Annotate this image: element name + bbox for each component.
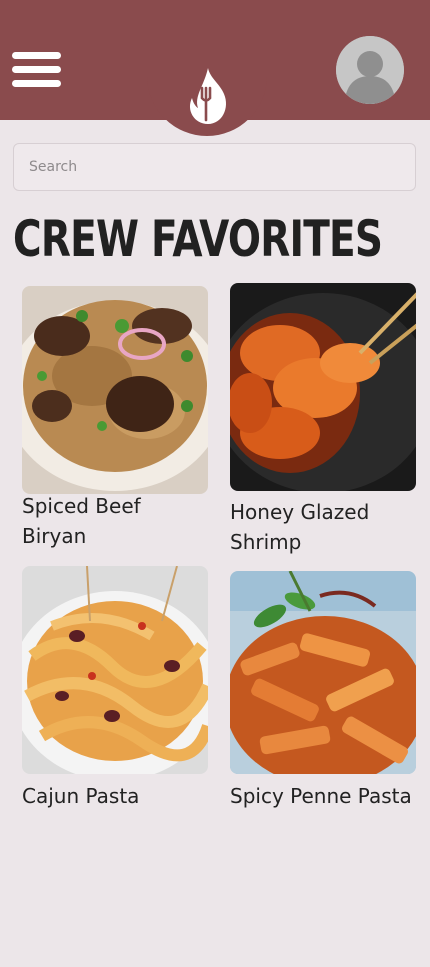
recipe-card-title-biryani[interactable]: Spiced Beef Biryan xyxy=(22,491,141,551)
hamburger-menu-icon[interactable] xyxy=(12,51,62,87)
recipe-card-image-biryani[interactable] xyxy=(22,286,208,494)
recipe-card-image-penne-pasta[interactable] xyxy=(230,571,416,774)
recipe-title-line: Honey Glazed xyxy=(230,500,370,524)
user-avatar-icon[interactable] xyxy=(336,36,404,104)
flame-fork-logo-icon xyxy=(186,66,230,126)
recipe-card-image-cajun-pasta[interactable] xyxy=(22,566,208,774)
recipe-title-line: Spiced Beef xyxy=(22,494,141,518)
search-bar[interactable] xyxy=(13,143,416,191)
recipe-card-image-shrimp[interactable] xyxy=(230,283,416,491)
search-input[interactable] xyxy=(14,144,415,190)
recipe-title-line: Biryan xyxy=(22,524,87,548)
recipe-card-title-cajun-pasta[interactable]: Cajun Pasta xyxy=(22,781,139,811)
recipe-card-title-shrimp[interactable]: Honey Glazed Shrimp xyxy=(230,497,369,557)
section-title: CREW FAVORITES xyxy=(13,210,383,268)
recipe-card-title-penne-pasta[interactable]: Spicy Penne Pasta xyxy=(230,781,412,811)
recipe-title-line: Shrimp xyxy=(230,530,302,554)
